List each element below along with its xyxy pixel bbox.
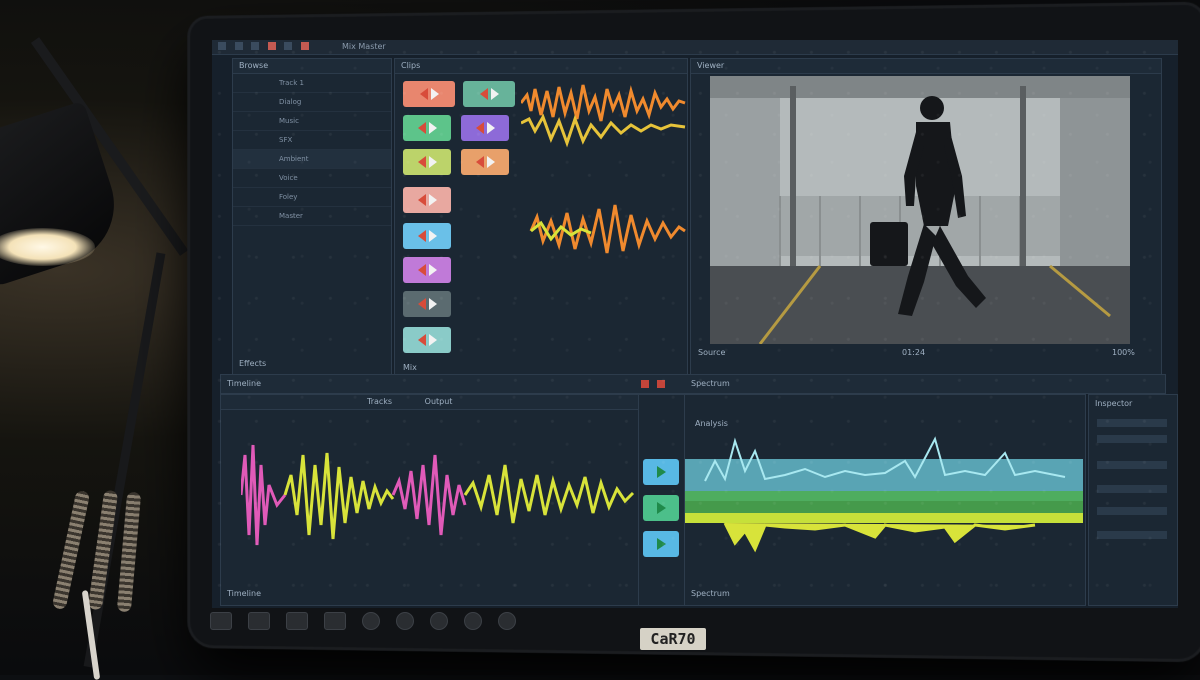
video-frame <box>710 76 1130 344</box>
transport-bar: Timeline Spectrum <box>220 374 1166 394</box>
audio-clip[interactable] <box>403 187 451 213</box>
spectrum-panel: Analysis Spectrum <box>684 394 1086 606</box>
browser-header: Browse <box>233 59 391 74</box>
audio-clip[interactable] <box>403 223 451 249</box>
record-icon[interactable] <box>300 42 309 50</box>
audio-clip[interactable] <box>461 149 509 175</box>
browser-row[interactable]: SFX <box>233 131 391 150</box>
monitor-button[interactable] <box>324 612 346 630</box>
play-button[interactable] <box>643 495 679 521</box>
inspector-field[interactable] <box>1097 435 1167 443</box>
browser-row[interactable]: Dialog <box>233 93 391 112</box>
record-icon[interactable] <box>267 42 276 50</box>
timeline-panel: Tracks Output Timeline <box>220 394 642 606</box>
inspector-field[interactable] <box>1097 531 1167 539</box>
audio-clip[interactable] <box>403 327 451 353</box>
play-column <box>638 394 686 606</box>
viewer-header: Viewer <box>691 59 1161 74</box>
video-preview <box>710 76 1130 344</box>
audio-clip[interactable] <box>403 291 451 317</box>
spectrum-footer: Spectrum <box>691 589 730 598</box>
audio-clip[interactable] <box>403 115 451 141</box>
monitor-label-sticker: CaR70 <box>640 628 706 650</box>
spectrum-sublabel: Analysis <box>695 419 728 428</box>
play-button[interactable] <box>643 459 679 485</box>
inspector-header: Inspector <box>1095 399 1133 408</box>
monitor-button[interactable] <box>464 612 482 630</box>
record-button[interactable] <box>641 380 649 388</box>
inspector-panel: Inspector <box>1088 394 1178 606</box>
timeline-footer: Timeline <box>227 589 262 598</box>
spectrum-graph <box>685 436 1083 553</box>
timeline-waveform <box>241 444 635 546</box>
inspector-field[interactable] <box>1097 485 1167 493</box>
record-button[interactable] <box>657 380 665 388</box>
audio-clip[interactable] <box>403 257 451 283</box>
spectrum-label: Spectrum <box>691 379 730 388</box>
editor-screen: Mix Master Browse Track 1 Dialog Music S… <box>212 40 1178 608</box>
browser-panel: Browse Track 1 Dialog Music SFX Ambient … <box>232 58 392 376</box>
waveform-orange <box>521 84 686 254</box>
browser-row[interactable]: Music <box>233 112 391 131</box>
browser-row[interactable]: Ambient <box>233 150 391 169</box>
inspector-field[interactable] <box>1097 507 1167 515</box>
menu-icon[interactable] <box>218 42 226 50</box>
monitor-button[interactable] <box>210 612 232 630</box>
monitor-button[interactable] <box>362 612 380 630</box>
monitor-button[interactable] <box>430 612 448 630</box>
viewer-timecode: 01:24 <box>902 348 926 357</box>
menu-bar: Mix Master <box>212 40 1178 55</box>
inspector-field[interactable] <box>1097 419 1167 427</box>
timeline-header: Tracks Output <box>221 395 641 410</box>
menu-icon[interactable] <box>284 42 293 50</box>
clip-bin-panel: Clips Mix <box>394 58 688 376</box>
inspector-field[interactable] <box>1097 461 1167 469</box>
monitor-button[interactable] <box>396 612 414 630</box>
monitor-button[interactable] <box>248 612 270 630</box>
browser-row[interactable]: Voice <box>233 169 391 188</box>
tab-output[interactable]: Output <box>425 397 453 406</box>
audio-clip[interactable] <box>461 115 509 141</box>
tab-tracks[interactable]: Tracks <box>367 397 392 406</box>
menu-icon[interactable] <box>234 42 243 50</box>
viewer-zoom: 100% <box>1112 348 1135 357</box>
window-title: Mix Master <box>342 42 386 51</box>
audio-clip[interactable] <box>403 81 455 107</box>
timeline-label: Timeline <box>227 379 262 388</box>
browser-footer: Effects <box>239 359 267 368</box>
browser-row[interactable]: Master <box>233 207 391 226</box>
waveform-preview <box>521 84 686 254</box>
power-button[interactable] <box>498 612 516 630</box>
menu-icon[interactable] <box>251 42 260 50</box>
viewer-footer-left: Source <box>698 348 726 357</box>
browser-row[interactable]: Track 1 <box>233 74 391 93</box>
clip-bin-header: Clips <box>395 59 687 74</box>
monitor-button[interactable] <box>286 612 308 630</box>
play-button[interactable] <box>643 531 679 557</box>
clip-bin-footer: Mix <box>403 363 417 372</box>
audio-clip[interactable] <box>463 81 515 107</box>
audio-clip[interactable] <box>403 149 451 175</box>
browser-row[interactable]: Foley <box>233 188 391 207</box>
monitor-buttons <box>210 612 516 630</box>
